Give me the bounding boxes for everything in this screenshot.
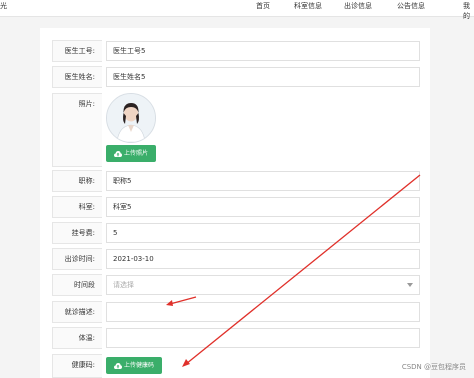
annotation-arrow-consult xyxy=(169,296,197,305)
annotation-arrows xyxy=(166,174,421,367)
annotation-arrowhead-health-code xyxy=(182,359,190,367)
csdn-watermark: CSDN @豆包程序员 xyxy=(401,363,466,371)
annotation-arrowhead-consult xyxy=(166,300,173,306)
annotation-arrow-health-code xyxy=(185,174,421,365)
